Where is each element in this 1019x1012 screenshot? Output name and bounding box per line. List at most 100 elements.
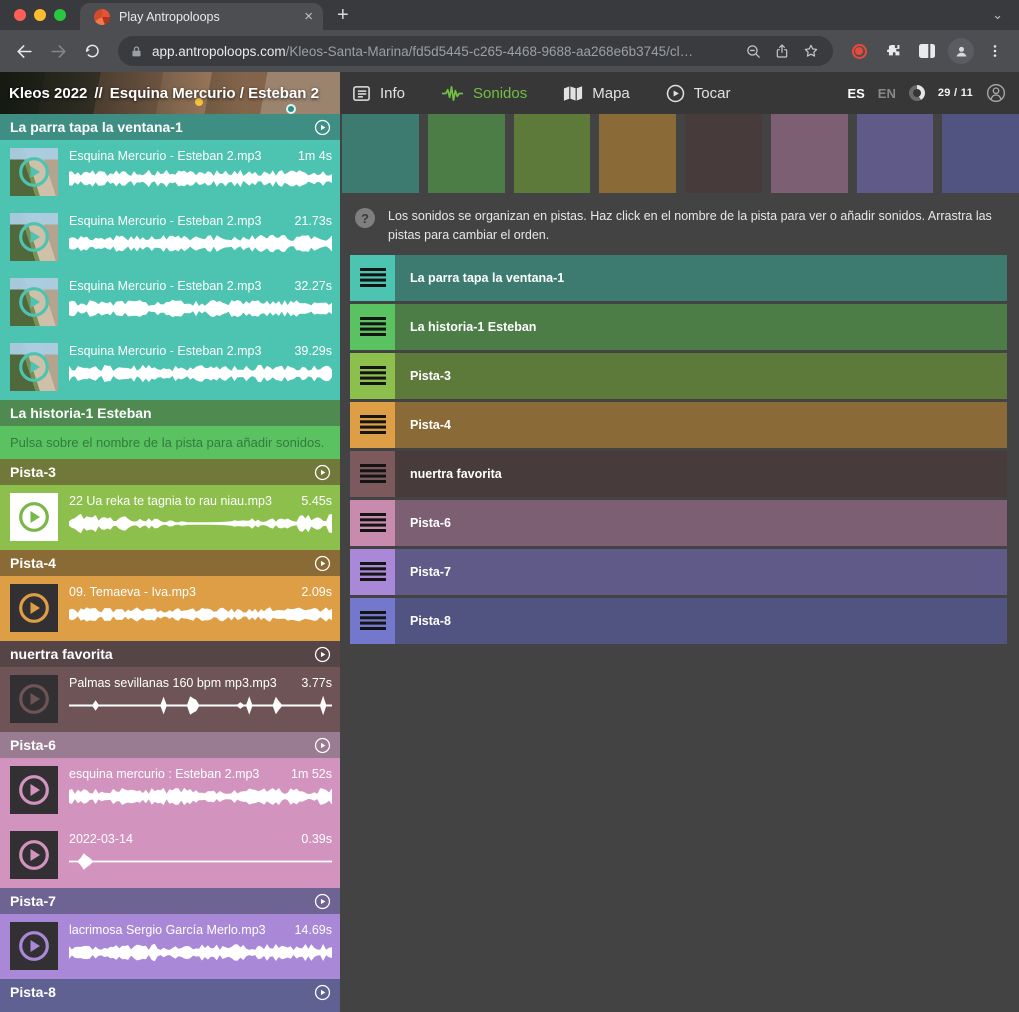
play-track-icon[interactable]	[314, 893, 331, 910]
track-section-header[interactable]: Pista-8	[0, 979, 340, 1005]
account-icon[interactable]	[986, 83, 1006, 103]
sound-clip[interactable]: esquina mercurio : Esteban 2.mp31m 52s	[0, 758, 340, 823]
track-section-header[interactable]: nuertra favorita	[0, 641, 340, 667]
track-row[interactable]: Pista-7	[350, 549, 1007, 595]
sound-clip[interactable]: Esquina Mercurio - Esteban 2.mp339.29s	[0, 335, 340, 400]
track-row[interactable]: Pista-8	[350, 598, 1007, 644]
maximize-window-button[interactable]	[54, 9, 66, 21]
play-track-icon[interactable]	[314, 646, 331, 663]
drag-handle[interactable]	[350, 549, 395, 595]
track-row[interactable]: Pista-4	[350, 402, 1007, 448]
tab-close-icon[interactable]: ×	[304, 9, 313, 24]
sound-clip[interactable]: Esquina Mercurio - Esteban 2.mp332.27s	[0, 270, 340, 335]
play-track-icon[interactable]	[314, 984, 331, 1001]
clip-play-thumbnail[interactable]	[10, 213, 58, 261]
track-row-body[interactable]: Pista-6	[395, 500, 1007, 546]
track-row-body[interactable]: La parra tapa la ventana-1	[395, 255, 1007, 301]
side-panel-icon[interactable]	[913, 37, 941, 65]
extensions-puzzle-icon[interactable]	[879, 37, 907, 65]
drag-handle[interactable]	[350, 353, 395, 399]
drag-handle[interactable]	[350, 598, 395, 644]
drag-handle[interactable]	[350, 451, 395, 497]
sound-clip[interactable]: Esquina Mercurio - Esteban 2.mp31m 4s	[0, 140, 340, 205]
instructions-text: Los sonidos se organizan en pistas. Haz …	[388, 207, 1013, 245]
play-track-icon[interactable]	[314, 464, 331, 481]
track-row-body[interactable]: Pista-8	[395, 598, 1007, 644]
track-row-label: Pista-6	[410, 516, 451, 530]
track-row[interactable]: Pista-6	[350, 500, 1007, 546]
url-bar[interactable]: app.antropoloops.com/Kleos-Santa-Marina/…	[118, 36, 833, 66]
close-window-button[interactable]	[14, 9, 26, 21]
track-color-swatch	[342, 114, 419, 193]
play-track-icon[interactable]	[314, 737, 331, 754]
track-row-body[interactable]: Pista-7	[395, 549, 1007, 595]
main-panel: ? Los sonidos se organizan en pistas. Ha…	[340, 114, 1019, 1012]
track-section-header[interactable]: Pista-3	[0, 459, 340, 485]
clip-play-thumbnail[interactable]	[10, 584, 58, 632]
clip-play-thumbnail[interactable]	[10, 922, 58, 970]
drag-handle[interactable]	[350, 402, 395, 448]
track-color-swatch	[428, 114, 505, 193]
new-tab-button[interactable]: +	[337, 5, 349, 25]
clip-play-thumbnail[interactable]	[10, 343, 58, 391]
sound-clip[interactable]: 2022-03-140.39s	[0, 823, 340, 888]
clip-waveform	[69, 511, 332, 536]
browser-menu-icon[interactable]	[981, 37, 1009, 65]
info-panel-icon	[352, 84, 371, 103]
track-row-body[interactable]: La historia-1 Esteban	[395, 304, 1007, 350]
clip-waveform	[69, 361, 332, 386]
drag-handle[interactable]	[350, 500, 395, 546]
profile-avatar[interactable]	[947, 37, 975, 65]
clip-play-thumbnail[interactable]	[10, 831, 58, 879]
nav-info[interactable]: Info	[352, 84, 405, 103]
project-hero-image: Kleos 2022//Esquina Mercurio / Esteban 2	[0, 72, 340, 114]
nav-sonidos[interactable]: Sonidos	[441, 84, 527, 103]
track-section-header[interactable]: Pista-7	[0, 888, 340, 914]
back-button[interactable]	[10, 37, 38, 65]
clip-waveform	[69, 849, 332, 874]
track-row[interactable]: La historia-1 Esteban	[350, 304, 1007, 350]
sound-clip[interactable]: Esquina Mercurio - Esteban 2.mp321.73s	[0, 205, 340, 270]
track-section-header[interactable]: La historia-1 Esteban	[0, 400, 340, 426]
sound-clip[interactable]: Palmas sevillanas 160 bpm mp3.mp33.77s	[0, 667, 340, 732]
track-row-body[interactable]: Pista-3	[395, 353, 1007, 399]
clip-play-thumbnail[interactable]	[10, 278, 58, 326]
play-track-icon[interactable]	[314, 119, 331, 136]
play-track-icon[interactable]	[314, 555, 331, 572]
track-row-body[interactable]: nuertra favorita	[395, 451, 1007, 497]
recording-indicator-icon[interactable]	[845, 37, 873, 65]
track-section-header[interactable]: Pista-6	[0, 732, 340, 758]
clip-play-thumbnail[interactable]	[10, 766, 58, 814]
sound-clip[interactable]: lacrimosa Sergio García Merlo.mp314.69s	[0, 914, 340, 979]
clip-play-thumbnail[interactable]	[10, 493, 58, 541]
nav-tocar[interactable]: Tocar	[666, 84, 731, 103]
drag-handle[interactable]	[350, 255, 395, 301]
zoom-indicator-icon[interactable]	[743, 37, 763, 65]
breadcrumb[interactable]: Kleos 2022//Esquina Mercurio / Esteban 2	[0, 85, 319, 102]
reload-button[interactable]	[78, 37, 106, 65]
track-row-body[interactable]: Pista-4	[395, 402, 1007, 448]
share-icon[interactable]	[772, 37, 792, 65]
clip-duration: 14.69s	[294, 923, 332, 937]
track-section-header[interactable]: La parra tapa la ventana-1	[0, 114, 340, 140]
url-path: /Kleos-Santa-Marina/fd5d5445-c265-4468-9…	[286, 44, 694, 59]
forward-button[interactable]	[44, 37, 72, 65]
tab-search-chevron-icon[interactable]: ⌄	[992, 7, 1003, 23]
track-section: Pista-322 Ua reka te tagnia to rau niau.…	[0, 459, 340, 550]
sound-clip[interactable]: 09. Temaeva - Iva.mp32.09s	[0, 576, 340, 641]
track-section-header[interactable]: Pista-4	[0, 550, 340, 576]
clip-play-thumbnail[interactable]	[10, 675, 58, 723]
bookmark-star-icon[interactable]	[801, 37, 821, 65]
loading-spinner-icon	[909, 85, 925, 101]
clip-play-thumbnail[interactable]	[10, 148, 58, 196]
nav-mapa[interactable]: Mapa	[563, 85, 630, 102]
track-row[interactable]: La parra tapa la ventana-1	[350, 255, 1007, 301]
track-row[interactable]: Pista-3	[350, 353, 1007, 399]
lang-toggle-es[interactable]: ES	[847, 86, 864, 101]
lang-toggle-en[interactable]: EN	[878, 86, 896, 101]
sound-clip[interactable]: 22 Ua reka te tagnia to rau niau.mp35.45…	[0, 485, 340, 550]
minimize-window-button[interactable]	[34, 9, 46, 21]
browser-tab[interactable]: Play Antropoloops ×	[80, 3, 323, 30]
drag-handle[interactable]	[350, 304, 395, 350]
track-row[interactable]: nuertra favorita	[350, 451, 1007, 497]
